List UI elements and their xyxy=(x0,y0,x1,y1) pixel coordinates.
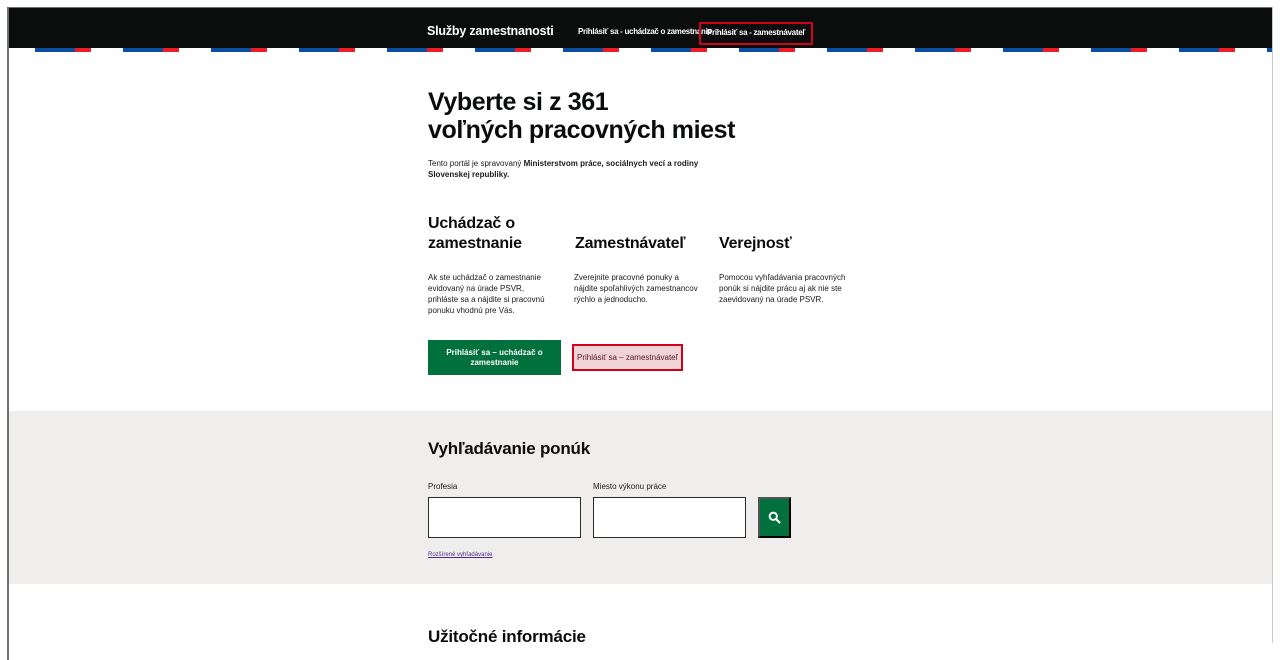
site-header: Služby zamestnanosti Prihlásiť sa - uchá… xyxy=(9,8,1272,52)
employer-title: Zamestnávateľ xyxy=(575,235,686,252)
employer-text: Zverejnite pracovné ponuky a nájdite spo… xyxy=(574,273,698,304)
profession-label: Profesia xyxy=(428,482,458,491)
useful-info-title: Užitočné informácie xyxy=(428,627,586,646)
public-text: Pomocou vyhľadávania pracovných ponúk si… xyxy=(719,273,846,304)
window-frame-right xyxy=(1272,7,1273,643)
flag-stripe xyxy=(9,48,1272,52)
login-jobseeker-button[interactable]: Prihlásiť sa – uchádzač o zamestnanie xyxy=(428,340,561,375)
hero-title: Vyberte si z 361 voľných pracovných mies… xyxy=(428,88,735,144)
intro-text: Tento portál je spravovaný Ministerstvom… xyxy=(428,158,718,180)
search-button[interactable] xyxy=(758,497,791,538)
profession-input[interactable] xyxy=(428,497,581,538)
jobseeker-text: Ak ste uchádzač o zamestnanie evidovaný … xyxy=(428,273,545,315)
search-icon xyxy=(768,511,781,524)
hero-title-line1: Vyberte si z 361 xyxy=(428,88,609,116)
login-employer-button-label: Prihlásiť sa – zamestnávateľ xyxy=(577,353,678,362)
jobseeker-title: Uchádzač o zamestnanie xyxy=(428,215,522,252)
public-title: Verejnosť xyxy=(719,235,792,252)
intro-prefix: Tento portál je spravovaný xyxy=(428,159,524,168)
search-title: Vyhľadávanie ponúk xyxy=(428,439,590,458)
advanced-search-link[interactable]: Rozšírené vyhľadávanie xyxy=(428,552,492,558)
location-label: Miesto výkonu práce xyxy=(593,482,667,491)
login-employer-button[interactable]: Prihlásiť sa – zamestnávateľ xyxy=(572,344,683,371)
site-brand[interactable]: Služby zamestnanosti xyxy=(427,24,554,38)
location-input[interactable] xyxy=(593,497,746,538)
nav-login-employer[interactable]: Prihlásiť sa - zamestnávateľ xyxy=(699,22,814,45)
nav-login-jobseeker[interactable]: Prihlásiť sa - uchádzač o zamestnanie xyxy=(578,27,712,36)
login-jobseeker-button-label: Prihlásiť sa – uchádzač o zamestnanie xyxy=(446,347,543,367)
hero-title-line2: voľných pracovných miest xyxy=(428,116,736,144)
